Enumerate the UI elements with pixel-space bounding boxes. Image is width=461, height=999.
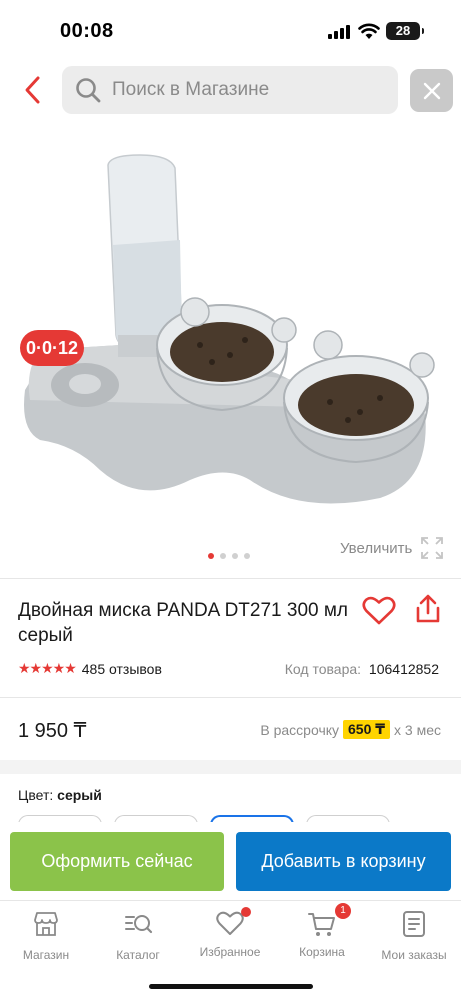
cart-icon: 1 — [307, 903, 351, 939]
tab-favorites[interactable]: Избранное — [184, 907, 276, 959]
tab-label: Каталог — [116, 948, 160, 962]
product-code-value: 106412852 — [368, 661, 439, 677]
shop-icon — [34, 912, 58, 936]
buy-now-button[interactable]: Оформить сейчас — [10, 832, 224, 891]
catalog-search-icon — [125, 915, 153, 934]
tab-label: Избранное — [199, 945, 261, 959]
product-code: Код товара: 106412852 — [285, 661, 439, 677]
status-bar: 00:08 28 — [0, 0, 461, 62]
product-title: Двойная миска PANDA DT271 300 мл серый — [18, 600, 349, 646]
zoom-label: Увеличить — [340, 539, 413, 557]
gallery-pagination — [208, 553, 250, 559]
home-indicator — [149, 984, 313, 989]
heart-icon — [215, 907, 251, 939]
tab-cart[interactable]: 1 Корзина — [276, 903, 368, 959]
product-price: 1 950 ₸ — [18, 720, 87, 742]
clear-search-button[interactable] — [410, 69, 453, 112]
color-label: Цвет: — [18, 787, 54, 803]
divider — [0, 697, 461, 698]
zoom-button[interactable]: Увеличить — [340, 536, 444, 560]
installment-amount: 650 ₸ — [343, 720, 391, 739]
close-icon — [423, 82, 440, 99]
search-bar[interactable] — [62, 66, 398, 114]
signal-icon — [328, 25, 350, 39]
rating-stars: ★★★★★ — [18, 660, 77, 676]
favorite-heart-icon[interactable] — [362, 596, 396, 626]
color-selector-label: Цвет: серый — [18, 787, 102, 803]
tab-shop[interactable]: Магазин — [0, 909, 92, 962]
installment-promo-badge: 0·0·12 — [20, 330, 84, 366]
tab-label: Магазин — [22, 948, 70, 962]
gallery-dot[interactable] — [220, 553, 226, 559]
notification-dot — [241, 907, 251, 917]
installment-info[interactable]: В рассрочку 650 ₸ x 3 мес — [260, 720, 441, 739]
color-value: серый — [57, 787, 102, 803]
battery-indicator: 28 — [386, 22, 424, 40]
add-to-cart-button[interactable]: Добавить в корзину — [236, 832, 451, 891]
section-separator — [0, 760, 461, 774]
status-time: 00:08 — [60, 20, 114, 42]
tab-label: Мои заказы — [381, 948, 447, 962]
back-button[interactable] — [18, 72, 48, 108]
search-input[interactable] — [112, 79, 382, 101]
reviews-link[interactable]: 485 отзывов — [82, 661, 162, 677]
tab-label: Корзина — [299, 945, 345, 959]
wifi-icon — [358, 23, 380, 39]
expand-icon — [421, 537, 444, 559]
installment-term: x 3 мес — [394, 721, 441, 738]
product-code-label: Код товара: — [284, 661, 362, 677]
cart-count-badge: 1 — [335, 903, 351, 919]
installment-label: В рассрочку — [260, 721, 340, 738]
share-icon[interactable] — [414, 594, 442, 624]
chevron-left-icon — [25, 76, 40, 104]
rating-row: ★★★★★ 485 отзывов — [18, 660, 162, 677]
tab-orders[interactable]: Мои заказы — [368, 909, 460, 962]
divider — [0, 578, 461, 579]
gallery-dot[interactable] — [208, 553, 214, 559]
gallery-dot[interactable] — [232, 553, 238, 559]
action-bar: Оформить сейчас Добавить в корзину — [0, 822, 461, 900]
gallery-dot[interactable] — [244, 553, 250, 559]
tab-catalog[interactable]: Каталог — [92, 909, 184, 962]
search-icon — [76, 78, 101, 103]
orders-icon — [403, 911, 425, 937]
